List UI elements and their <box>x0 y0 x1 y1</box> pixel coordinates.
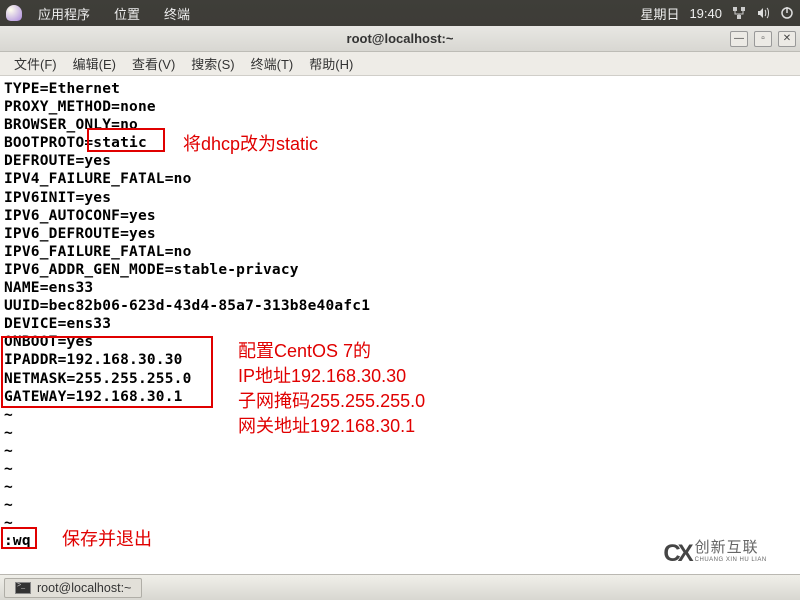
config-line: NAME=ens33 <box>4 279 796 297</box>
window-titlebar[interactable]: root@localhost:~ — ▫ ✕ <box>0 26 800 52</box>
terminal-menubar: 文件(F) 编辑(E) 查看(V) 搜索(S) 终端(T) 帮助(H) <box>0 52 800 76</box>
config-line: IPV6INIT=yes <box>4 189 796 207</box>
annotation-box-bootproto <box>87 128 165 152</box>
annotation-text-wq: 保存并退出 <box>62 527 152 552</box>
network-icon[interactable] <box>732 6 746 20</box>
config-line: DEVICE=ens33 <box>4 315 796 333</box>
annotation-box-wq <box>1 527 37 549</box>
annotation-text-bootproto: 将dhcp改为static <box>183 132 318 157</box>
vim-tilde: ~ <box>4 442 796 460</box>
top-panel-right: 星期日 19:40 <box>640 4 794 23</box>
terminal-icon <box>15 582 31 594</box>
vim-tilde: ~ <box>4 496 796 514</box>
close-button[interactable]: ✕ <box>778 31 796 47</box>
config-line: IPV6_ADDR_GEN_MODE=stable-privacy <box>4 261 796 279</box>
gnome-logo-icon <box>6 5 22 21</box>
annotation-text-network: 配置CentOS 7的 IP地址192.168.30.30 子网掩码255.25… <box>238 339 425 439</box>
config-line: IPV6_FAILURE_FATAL=no <box>4 243 796 261</box>
config-line: IPV4_FAILURE_FATAL=no <box>4 170 796 188</box>
menu-file[interactable]: 文件(F) <box>6 54 65 73</box>
watermark-logo-icon: CX <box>663 540 690 568</box>
watermark-cn: 创新互联 <box>695 542 767 554</box>
places-menu[interactable]: 位置 <box>104 4 150 23</box>
config-line: DEFROUTE=yes <box>4 152 796 170</box>
terminal-menu[interactable]: 终端 <box>154 4 200 23</box>
watermark-py: CHUANG XIN HU LIAN <box>695 554 767 566</box>
config-line: IPV6_DEFROUTE=yes <box>4 225 796 243</box>
power-icon[interactable] <box>780 6 794 20</box>
minimize-button[interactable]: — <box>730 31 748 47</box>
config-line: TYPE=Ethernet <box>4 80 796 98</box>
menu-view[interactable]: 查看(V) <box>124 54 183 73</box>
config-line: UUID=bec82b06-623d-43d4-85a7-313b8e40afc… <box>4 297 796 315</box>
config-line: PROXY_METHOD=none <box>4 98 796 116</box>
menu-help[interactable]: 帮助(H) <box>301 54 361 73</box>
day-label: 星期日 <box>640 4 679 23</box>
menu-edit[interactable]: 编辑(E) <box>65 54 124 73</box>
menu-terminal[interactable]: 终端(T) <box>243 54 302 73</box>
bottom-taskbar: root@localhost:~ <box>0 574 800 600</box>
vim-tilde: ~ <box>4 478 796 496</box>
top-panel-left: 应用程序 位置 终端 <box>6 4 200 23</box>
taskbar-item-terminal[interactable]: root@localhost:~ <box>4 578 142 598</box>
menu-search[interactable]: 搜索(S) <box>183 54 242 73</box>
clock-label: 19:40 <box>689 6 722 21</box>
gnome-top-panel: 应用程序 位置 终端 星期日 19:40 <box>0 0 800 26</box>
window-title: root@localhost:~ <box>347 31 454 46</box>
taskbar-item-label: root@localhost:~ <box>37 581 131 595</box>
vim-tilde: ~ <box>4 460 796 478</box>
terminal-content[interactable]: TYPE=Ethernet PROXY_METHOD=none BROWSER_… <box>0 76 800 554</box>
watermark: CX 创新互联 CHUANG XIN HU LIAN <box>630 534 800 574</box>
apps-menu[interactable]: 应用程序 <box>28 4 100 23</box>
volume-icon[interactable] <box>756 6 770 20</box>
config-line: IPV6_AUTOCONF=yes <box>4 207 796 225</box>
annotation-box-network <box>1 336 213 408</box>
maximize-button[interactable]: ▫ <box>754 31 772 47</box>
